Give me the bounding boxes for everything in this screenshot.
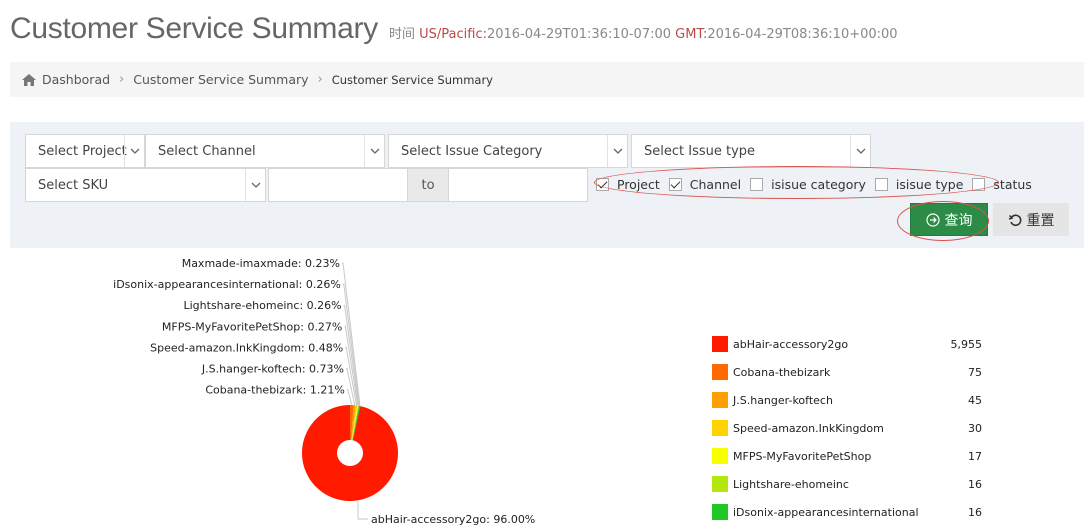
query-button[interactable]: 查询 xyxy=(910,203,988,236)
legend-label: MFPS-MyFavoritePetShop xyxy=(733,449,872,463)
pie-slice-label: J.S.hanger-koftech: 0.73% xyxy=(201,363,344,376)
legend-value: 75 xyxy=(968,365,982,379)
channel-checkbox[interactable] xyxy=(668,177,682,191)
chevron-down-icon xyxy=(607,135,627,167)
reset-button[interactable]: 重置 xyxy=(993,203,1069,236)
pie-label-connector xyxy=(343,304,360,406)
status-checkbox-label: status xyxy=(993,176,1032,192)
breadcrumb-dashboard-link[interactable]: Dashborad xyxy=(42,72,110,87)
chevron-down-icon xyxy=(364,135,384,167)
issue-category-checkbox[interactable] xyxy=(750,177,764,191)
local-tz-label: US/Pacific: xyxy=(419,27,487,42)
legend-item[interactable]: Cobana-thebizark 75 xyxy=(712,358,987,386)
pie-slice-label: MFPS-MyFavoritePetShop: 0.27% xyxy=(162,320,343,333)
pie-slice-label: Maxmade-imaxmade: 0.23% xyxy=(182,257,340,270)
page-title: Customer Service Summary xyxy=(10,12,378,45)
group-by-issue-type[interactable]: isisue type xyxy=(874,176,964,192)
group-by-options: Project Channel isisue category isisue t… xyxy=(596,174,1041,194)
group-by-project[interactable]: Project xyxy=(596,177,660,192)
issue-type-checkbox[interactable] xyxy=(874,177,888,191)
pie-slice-label: Speed-amazon.InkKingdom: 0.48% xyxy=(150,341,343,354)
issue-category-select[interactable]: Select Issue Category xyxy=(388,134,628,168)
issue-category-checkbox-label: isisue category xyxy=(771,176,866,192)
range-to-input[interactable] xyxy=(448,168,588,202)
breadcrumb-current: Customer Service Summary xyxy=(331,72,493,87)
issue-type-select[interactable]: Select Issue type xyxy=(631,134,871,168)
group-by-issue-category[interactable]: isisue category xyxy=(750,177,866,192)
legend-label: abHair-accessory2go xyxy=(733,337,849,351)
group-by-channel[interactable]: Channel xyxy=(668,176,742,192)
chevron-right-icon: › xyxy=(317,72,323,87)
legend-swatch xyxy=(712,336,728,352)
pie-label-connector xyxy=(346,389,353,406)
group-by-status[interactable]: status xyxy=(972,176,1032,192)
legend-label: Speed-amazon.InkKingdom xyxy=(733,421,884,435)
legend-swatch xyxy=(712,476,728,492)
legend-item[interactable]: iDsonix-appearancesinternational 16 xyxy=(712,498,987,526)
channel-select[interactable]: Select Channel xyxy=(145,134,385,168)
status-checkbox[interactable] xyxy=(972,177,986,191)
legend-item[interactable]: J.S.hanger-koftech 45 xyxy=(712,386,987,414)
legend-label: Cobana-thebizark xyxy=(733,365,831,379)
time-info: 时间 US/Pacific:2016-04-29T01:36:10-07:00 … xyxy=(389,27,898,42)
legend-item[interactable]: abHair-accessory2go 5,955 xyxy=(712,330,987,358)
legend-value: 16 xyxy=(968,477,982,491)
project-checkbox-label: Project xyxy=(617,176,660,192)
legend-swatch xyxy=(712,420,728,436)
legend-value: 45 xyxy=(968,393,982,407)
pie-chart-svg: Maxmade-imaxmade: 0.23% iDsonix-appearanc… xyxy=(113,257,535,526)
legend-label: J.S.hanger-koftech xyxy=(733,393,833,407)
chevron-down-icon xyxy=(245,169,265,201)
home-icon xyxy=(22,73,36,86)
issue-type-select-value: Select Issue type xyxy=(644,143,756,159)
legend-label: Lightshare-ehomeinc xyxy=(733,477,849,491)
legend-swatch xyxy=(712,448,728,464)
legend-value: 17 xyxy=(968,449,982,463)
channel-checkbox-label: Channel xyxy=(689,176,742,192)
issue-category-select-value: Select Issue Category xyxy=(401,143,543,159)
project-select-value: Select Project xyxy=(38,143,127,159)
channel-select-value: Select Channel xyxy=(158,143,256,159)
legend-swatch xyxy=(712,504,728,520)
local-time: 2016-04-29T01:36:10-07:00 xyxy=(486,27,672,42)
page-header: Customer Service Summary 时间 US/Pacific:2… xyxy=(10,12,898,46)
legend-swatch xyxy=(712,364,728,380)
legend-value: 16 xyxy=(968,505,982,519)
pie-slice-label: Cobana-thebizark: 1.21% xyxy=(205,384,344,397)
gmt-tz-label: GMT: xyxy=(675,27,708,42)
pie-slice-label: Lightshare-ehomeinc: 0.26% xyxy=(184,299,342,312)
range-from-input[interactable] xyxy=(268,168,408,202)
reset-button-label: 重置 xyxy=(1026,212,1055,229)
arrow-circle-right-icon xyxy=(925,212,940,227)
gmt-time: 2016-04-29T08:36:10+00:00 xyxy=(707,27,898,42)
filter-panel: Select Project Select Channel Select Iss… xyxy=(10,122,1084,248)
breadcrumb: Dashborad › Customer Service Summary › C… xyxy=(10,62,1084,97)
chart-legend: abHair-accessory2go 5,955 Cobana-thebizark… xyxy=(712,330,987,526)
legend-item[interactable]: Lightshare-ehomeinc 16 xyxy=(712,470,987,498)
chevron-down-icon xyxy=(124,135,144,167)
pie-slice[interactable] xyxy=(301,405,398,501)
legend-item[interactable]: Speed-amazon.InkKingdom 30 xyxy=(712,414,987,442)
sku-select[interactable]: Select SKU xyxy=(25,168,266,202)
breadcrumb-summary-link[interactable]: Customer Service Summary xyxy=(133,72,308,87)
pie-slice-label: abHair-accessory2go: 96.00% xyxy=(371,513,535,526)
legend-value: 30 xyxy=(968,421,982,435)
undo-icon xyxy=(1008,213,1022,227)
legend-value: 5,955 xyxy=(950,337,983,351)
project-select[interactable]: Select Project xyxy=(25,134,145,168)
legend-swatch xyxy=(712,392,728,408)
issue-type-checkbox-label: isisue type xyxy=(895,176,964,192)
legend-item[interactable]: MFPS-MyFavoritePetShop 17 xyxy=(712,442,987,470)
query-button-label: 查询 xyxy=(944,212,973,229)
sku-select-value: Select SKU xyxy=(38,177,109,193)
project-checkbox[interactable] xyxy=(596,177,609,191)
time-label: 时间 xyxy=(388,27,415,42)
legend-label: iDsonix-appearancesinternational xyxy=(733,505,919,519)
chevron-down-icon xyxy=(850,135,870,167)
chevron-right-icon: › xyxy=(119,72,125,87)
range-to-label: to xyxy=(408,168,448,202)
pie-slice-label: iDsonix-appearancesinternational: 0.26% xyxy=(113,278,341,291)
pie-chart: Maxmade-imaxmade: 0.23% iDsonix-appearanc… xyxy=(0,250,1089,528)
pie-label-connector xyxy=(357,501,368,520)
